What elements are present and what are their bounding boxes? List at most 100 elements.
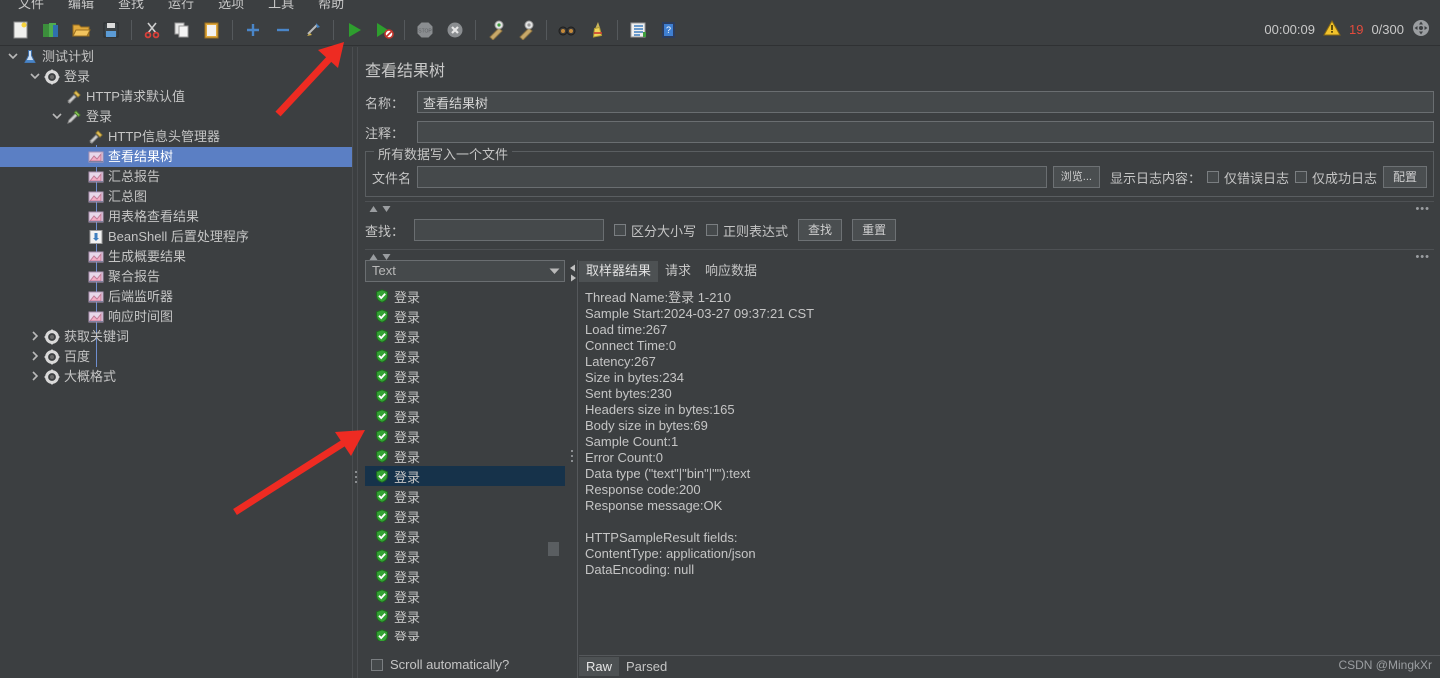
new-icon[interactable] bbox=[6, 16, 36, 44]
list-item[interactable]: 登录 bbox=[365, 346, 565, 366]
tree-node-8[interactable]: 用表格查看结果 bbox=[0, 207, 352, 227]
tree-node-2[interactable]: HTTP请求默认值 bbox=[0, 87, 352, 107]
tree-node-1[interactable]: 登录 bbox=[0, 67, 352, 87]
bottom-tab-0[interactable]: Raw bbox=[579, 657, 620, 676]
browse-button[interactable]: 浏览... bbox=[1052, 166, 1100, 188]
tree-node-3[interactable]: 登录 bbox=[0, 107, 352, 127]
find-button[interactable]: 查找 bbox=[798, 219, 843, 241]
tree-node-13[interactable]: 响应时间图 bbox=[0, 307, 352, 327]
toggle-icon[interactable] bbox=[298, 16, 328, 44]
list-item[interactable]: 登录 bbox=[365, 526, 565, 546]
comment-input[interactable] bbox=[417, 121, 1434, 143]
menu-item-run[interactable]: 运行 bbox=[156, 0, 206, 14]
tree-node-0[interactable]: 测试计划 bbox=[0, 47, 352, 67]
tree-node-15[interactable]: 百度 bbox=[0, 347, 352, 367]
list-item[interactable]: 登录 bbox=[365, 326, 565, 346]
tree-toggle-3[interactable] bbox=[52, 111, 64, 123]
expand-icon[interactable] bbox=[238, 16, 268, 44]
tree-node-5[interactable]: 查看结果树 bbox=[0, 147, 352, 167]
tree-toggle-1[interactable] bbox=[30, 71, 42, 83]
clear-icon[interactable] bbox=[481, 16, 511, 44]
list-item[interactable]: 登录 bbox=[365, 546, 565, 566]
tree-node-10[interactable]: 生成概要结果 bbox=[0, 247, 352, 267]
open-icon[interactable] bbox=[66, 16, 96, 44]
success-only-checkbox-box[interactable] bbox=[1294, 171, 1307, 183]
tree-toggle-14[interactable] bbox=[30, 331, 42, 343]
scroll-automatically-checkbox-box[interactable] bbox=[371, 658, 383, 671]
regex-checkbox[interactable]: 正则表达式 bbox=[706, 221, 788, 240]
list-item[interactable]: 登录 bbox=[365, 606, 565, 626]
menu-item-edit[interactable]: 编辑 bbox=[56, 0, 106, 14]
tree-node-12[interactable]: 后端监听器 bbox=[0, 287, 352, 307]
tree-toggle-0[interactable] bbox=[8, 51, 20, 63]
templates-icon[interactable] bbox=[36, 16, 66, 44]
menu-item-help[interactable]: 帮助 bbox=[306, 0, 356, 14]
filename-input[interactable] bbox=[417, 166, 1047, 188]
tree-node-9[interactable]: BeanShell 后置处理程序 bbox=[0, 227, 352, 247]
collapse-icon[interactable] bbox=[268, 16, 298, 44]
tree-node-6[interactable]: 汇总报告 bbox=[0, 167, 352, 187]
name-input[interactable] bbox=[417, 91, 1434, 113]
list-item[interactable]: 登录 bbox=[365, 466, 565, 486]
list-item[interactable]: 登录 bbox=[365, 406, 565, 426]
search-input[interactable] bbox=[414, 219, 605, 241]
results-list-scrollbar-thumb[interactable] bbox=[548, 542, 559, 556]
case-sensitive-checkbox[interactable]: 区分大小写 bbox=[614, 221, 696, 240]
scroll-automatically-checkbox[interactable]: Scroll automatically? bbox=[371, 657, 509, 672]
error-count[interactable]: 19 bbox=[1349, 22, 1363, 37]
configure-button[interactable]: 配置 bbox=[1382, 166, 1427, 188]
list-item[interactable]: 登录 bbox=[365, 286, 565, 306]
warning-triangle-icon[interactable] bbox=[1323, 19, 1341, 39]
tree-node-16[interactable]: 大概格式 bbox=[0, 367, 352, 387]
list-item[interactable]: 登录 bbox=[365, 446, 565, 466]
reset-search-icon[interactable] bbox=[582, 16, 612, 44]
reset-button[interactable]: 重置 bbox=[852, 219, 897, 241]
bottom-tab-1[interactable]: Parsed bbox=[619, 657, 674, 676]
list-item[interactable]: 登录 bbox=[365, 626, 565, 641]
collapse-arrows[interactable] bbox=[369, 205, 391, 213]
tree-toggle-16[interactable] bbox=[30, 371, 42, 383]
start-no-pause-icon[interactable] bbox=[369, 16, 399, 44]
menu-item-options[interactable]: 选项 bbox=[206, 0, 256, 14]
list-item[interactable]: 登录 bbox=[365, 366, 565, 386]
tree-node-14[interactable]: 获取关键词 bbox=[0, 327, 352, 347]
function-helper-icon[interactable] bbox=[623, 16, 653, 44]
expand-status-icon[interactable] bbox=[1412, 19, 1430, 40]
copy-icon[interactable] bbox=[167, 16, 197, 44]
tree-toggle-15[interactable] bbox=[30, 351, 42, 363]
list-item[interactable]: 登录 bbox=[365, 306, 565, 326]
detail-tabs[interactable]: 取样器结果 请求 响应数据 bbox=[579, 260, 1440, 282]
help-icon[interactable]: ? bbox=[653, 16, 683, 44]
save-icon[interactable] bbox=[96, 16, 126, 44]
tree-panel-splitter[interactable] bbox=[352, 47, 358, 678]
success-only-checkbox[interactable]: 仅成功日志 bbox=[1294, 168, 1377, 187]
list-item[interactable]: 登录 bbox=[365, 566, 565, 586]
start-icon[interactable] bbox=[339, 16, 369, 44]
cut-icon[interactable] bbox=[137, 16, 167, 44]
tree-node-7[interactable]: 汇总图 bbox=[0, 187, 352, 207]
stop-icon[interactable]: STOP bbox=[410, 16, 440, 44]
clear-all-icon[interactable] bbox=[511, 16, 541, 44]
tab-2[interactable]: 响应数据 bbox=[698, 261, 764, 282]
case-sensitive-checkbox-box[interactable] bbox=[614, 224, 627, 236]
tree-node-4[interactable]: HTTP信息头管理器 bbox=[0, 127, 352, 147]
menu-item-file[interactable]: 文件 bbox=[6, 0, 56, 14]
errors-only-checkbox[interactable]: 仅错误日志 bbox=[1206, 168, 1289, 187]
list-item[interactable]: 登录 bbox=[365, 586, 565, 606]
list-item[interactable]: 登录 bbox=[365, 386, 565, 406]
list-item[interactable]: 登录 bbox=[365, 486, 565, 506]
raw-parsed-tabs[interactable]: Raw Parsed bbox=[579, 656, 674, 676]
tree-node-11[interactable]: 聚合报告 bbox=[0, 267, 352, 287]
paste-icon[interactable] bbox=[197, 16, 227, 44]
overflow-dots-icon[interactable]: ••• bbox=[1415, 203, 1430, 214]
shutdown-icon[interactable] bbox=[440, 16, 470, 44]
errors-only-checkbox-box[interactable] bbox=[1206, 171, 1219, 183]
regex-checkbox-box[interactable] bbox=[706, 224, 719, 236]
menu-item-search[interactable]: 查找 bbox=[106, 0, 156, 14]
menu-item-tools[interactable]: 工具 bbox=[256, 0, 306, 14]
sample-results-list[interactable]: 登录登录登录登录登录登录登录登录登录登录登录登录登录登录登录登录登录登录登录 bbox=[365, 286, 565, 641]
tab-1[interactable]: 请求 bbox=[658, 261, 698, 282]
test-plan-tree[interactable]: 测试计划 登录 HTTP请求默认值 登录 HTTP信息头管理器 查看结果树 汇总报告 汇总图用… bbox=[0, 47, 352, 678]
search-collapse-bar[interactable]: ••• bbox=[365, 201, 1434, 215]
list-item[interactable]: 登录 bbox=[365, 506, 565, 526]
